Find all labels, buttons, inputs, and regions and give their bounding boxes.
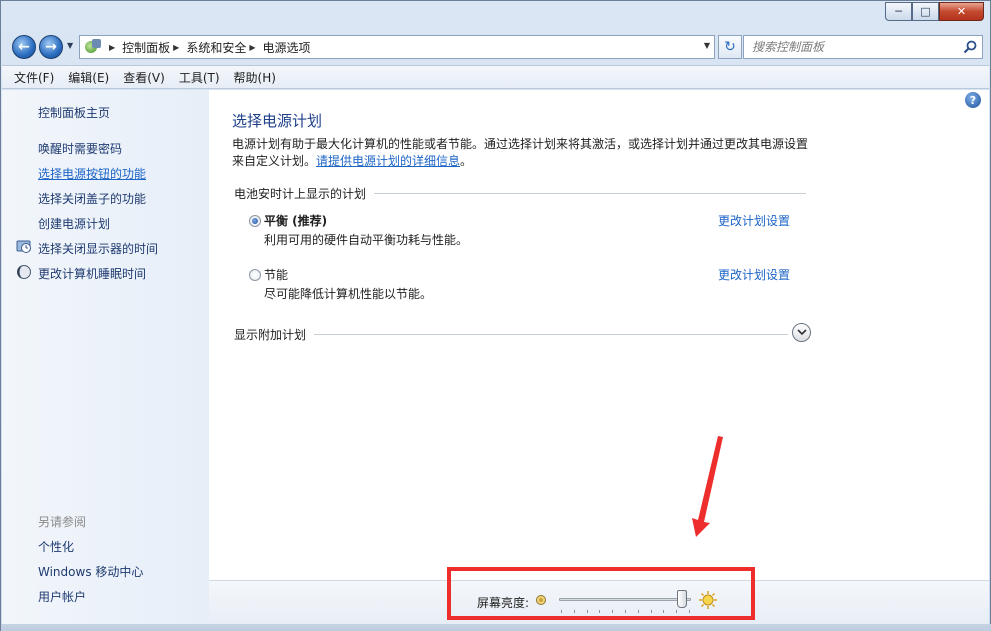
plan-power-saver-name[interactable]: 节能 <box>264 266 288 283</box>
plan-power-saver-desc: 尽可能降低计算机性能以节能。 <box>264 287 433 301</box>
recent-pages-chevron-icon[interactable]: ▼ <box>67 41 73 50</box>
intro-end: 。 <box>460 154 473 168</box>
plan-balanced-desc: 利用可用的硬件自动平衡功耗与性能。 <box>264 233 469 247</box>
menu-view[interactable]: 查看(V) <box>123 69 165 86</box>
breadcrumb-control-panel[interactable]: 控制面板 <box>122 39 170 56</box>
plan-balanced-change-settings[interactable]: 更改计划设置 <box>718 212 790 229</box>
breadcrumb-arrow-icon[interactable]: ▶ <box>249 43 255 52</box>
back-button[interactable]: ← <box>12 35 36 59</box>
help-icon[interactable]: ? <box>965 92 981 108</box>
plan-power-saver-change-settings[interactable]: 更改计划设置 <box>718 266 790 283</box>
task-pane: 控制面板主页 唤醒时需要密码 选择电源按钮的功能 选择关闭盖子的功能 创建电源计… <box>2 90 209 624</box>
see-also-mobility-center[interactable]: Windows 移动中心 <box>38 563 143 580</box>
see-also-personalization[interactable]: 个性化 <box>38 538 74 555</box>
menu-edit[interactable]: 编辑(E) <box>68 69 109 86</box>
forward-button[interactable]: → <box>39 35 63 59</box>
refresh-button[interactable]: ↻ <box>718 35 742 59</box>
control-panel-icon <box>84 39 102 55</box>
additional-plans-heading[interactable]: 显示附加计划 <box>234 326 306 343</box>
sidebar-item-display-off-time[interactable]: 选择关闭显示器的时间 <box>38 240 158 257</box>
breadcrumb-system-security[interactable]: 系统和安全 <box>186 39 246 56</box>
menu-tools[interactable]: 工具(T) <box>179 69 220 86</box>
sidebar-item-power-button[interactable]: 选择电源按钮的功能 <box>38 165 146 182</box>
sidebar-item-control-panel-home[interactable]: 控制面板主页 <box>38 104 110 121</box>
sidebar-item-lid-close[interactable]: 选择关闭盖子的功能 <box>38 190 146 207</box>
menu-help[interactable]: 帮助(H) <box>234 69 276 86</box>
search-box[interactable] <box>743 35 983 59</box>
search-icon[interactable] <box>963 40 977 54</box>
monitor-clock-icon <box>16 240 31 253</box>
see-also-heading: 另请参阅 <box>38 515 87 529</box>
additional-plans-section[interactable]: 显示附加计划 <box>234 326 789 343</box>
menu-bar: 文件(F) 编辑(E) 查看(V) 工具(T) 帮助(H) <box>2 65 989 89</box>
battery-plans-section: 电池安时计上显示的计划 <box>234 185 807 202</box>
sidebar-item-sleep-time[interactable]: 更改计算机睡眠时间 <box>38 265 146 282</box>
navigation-bar: ← → ▼ ▶ 控制面板 ▶ 系统和安全 ▶ 电源选项 ▼ ↻ <box>9 32 984 62</box>
see-also-user-accounts[interactable]: 用户帐户 <box>38 588 86 605</box>
sidebar-item-create-plan[interactable]: 创建电源计划 <box>38 215 110 232</box>
control-panel-window: ─ □ ✕ ← → ▼ ▶ 控制面板 ▶ 系统和安全 ▶ 电源选项 ▼ ↻ 文件… <box>0 0 991 631</box>
title-bar[interactable]: ─ □ ✕ <box>1 1 990 29</box>
chevron-down-icon <box>796 329 807 336</box>
menu-file[interactable]: 文件(F) <box>14 69 54 86</box>
section-divider <box>314 334 789 335</box>
address-bar[interactable]: ▶ 控制面板 ▶ 系统和安全 ▶ 电源选项 ▼ <box>79 35 715 59</box>
breadcrumb-arrow-icon[interactable]: ▶ <box>109 43 115 52</box>
battery-plans-heading: 电池安时计上显示的计划 <box>234 187 367 201</box>
section-divider <box>374 193 807 194</box>
search-input[interactable] <box>752 40 957 54</box>
plan-balanced-radio[interactable] <box>249 215 261 227</box>
moon-icon <box>17 265 31 279</box>
highlight-box <box>447 567 755 620</box>
main-content: ? 选择电源计划 电源计划有助于最大化计算机的性能或者节能。通过选择计划来将其激… <box>209 90 989 580</box>
maximize-button[interactable]: □ <box>912 2 939 21</box>
window-bottom-edge <box>1 624 991 631</box>
plan-details-link[interactable]: 请提供电源计划的详细信息 <box>316 154 460 168</box>
minimize-button[interactable]: ─ <box>885 2 912 21</box>
address-dropdown-icon[interactable]: ▼ <box>704 41 710 50</box>
close-button[interactable]: ✕ <box>939 2 984 21</box>
plan-power-saver-radio[interactable] <box>249 269 261 281</box>
sidebar-item-wake-password[interactable]: 唤醒时需要密码 <box>38 140 122 157</box>
breadcrumb-power-options[interactable]: 电源选项 <box>263 39 311 56</box>
page-title: 选择电源计划 <box>232 112 323 130</box>
breadcrumb-arrow-icon[interactable]: ▶ <box>173 43 179 52</box>
intro-text: 电源计划有助于最大化计算机的性能或者节能。通过选择计划来将其激活，或选择计划并通… <box>232 136 817 170</box>
plan-balanced-name[interactable]: 平衡 (推荐) <box>264 212 327 229</box>
expand-additional-plans-button[interactable] <box>792 323 811 342</box>
